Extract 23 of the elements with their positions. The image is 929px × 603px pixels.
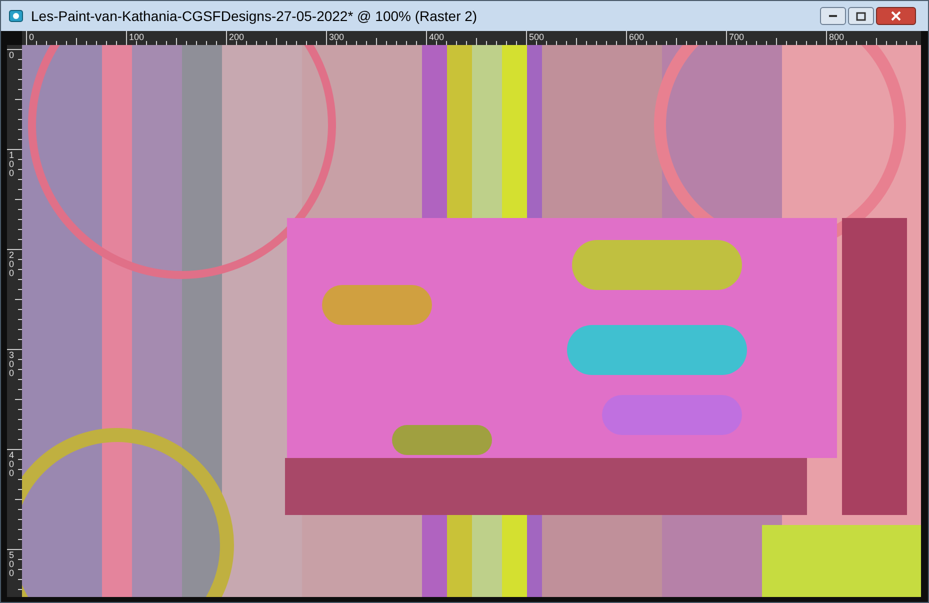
ruler-label: 600	[629, 32, 644, 42]
ruler-label: 500	[529, 32, 544, 42]
ruler-label: 800	[829, 32, 844, 42]
ruler-label: 200	[9, 250, 14, 278]
ruler-label: 500	[9, 550, 14, 578]
close-icon	[891, 11, 901, 21]
ruler-label: 300	[9, 350, 14, 378]
minimize-icon	[828, 14, 838, 18]
ruler-label: 700	[729, 32, 744, 42]
app-icon	[9, 9, 23, 23]
close-button[interactable]	[876, 7, 916, 25]
ruler-label: 100	[9, 150, 14, 178]
ruler-label: 100	[129, 32, 144, 42]
ruler-label: 400	[429, 32, 444, 42]
ruler-label: 200	[229, 32, 244, 42]
ruler-label: 0	[9, 50, 14, 60]
maximize-button[interactable]	[848, 7, 874, 25]
minimize-button[interactable]	[820, 7, 846, 25]
restore-icon	[856, 12, 866, 20]
window-title: Les-Paint-van-Kathania-CGSFDesigns-27-05-2022* @ 100% (Raster 2)	[31, 6, 478, 26]
ruler-label: 0	[29, 32, 34, 42]
ruler-label: 300	[329, 32, 344, 42]
ruler-label: 400	[9, 450, 14, 478]
